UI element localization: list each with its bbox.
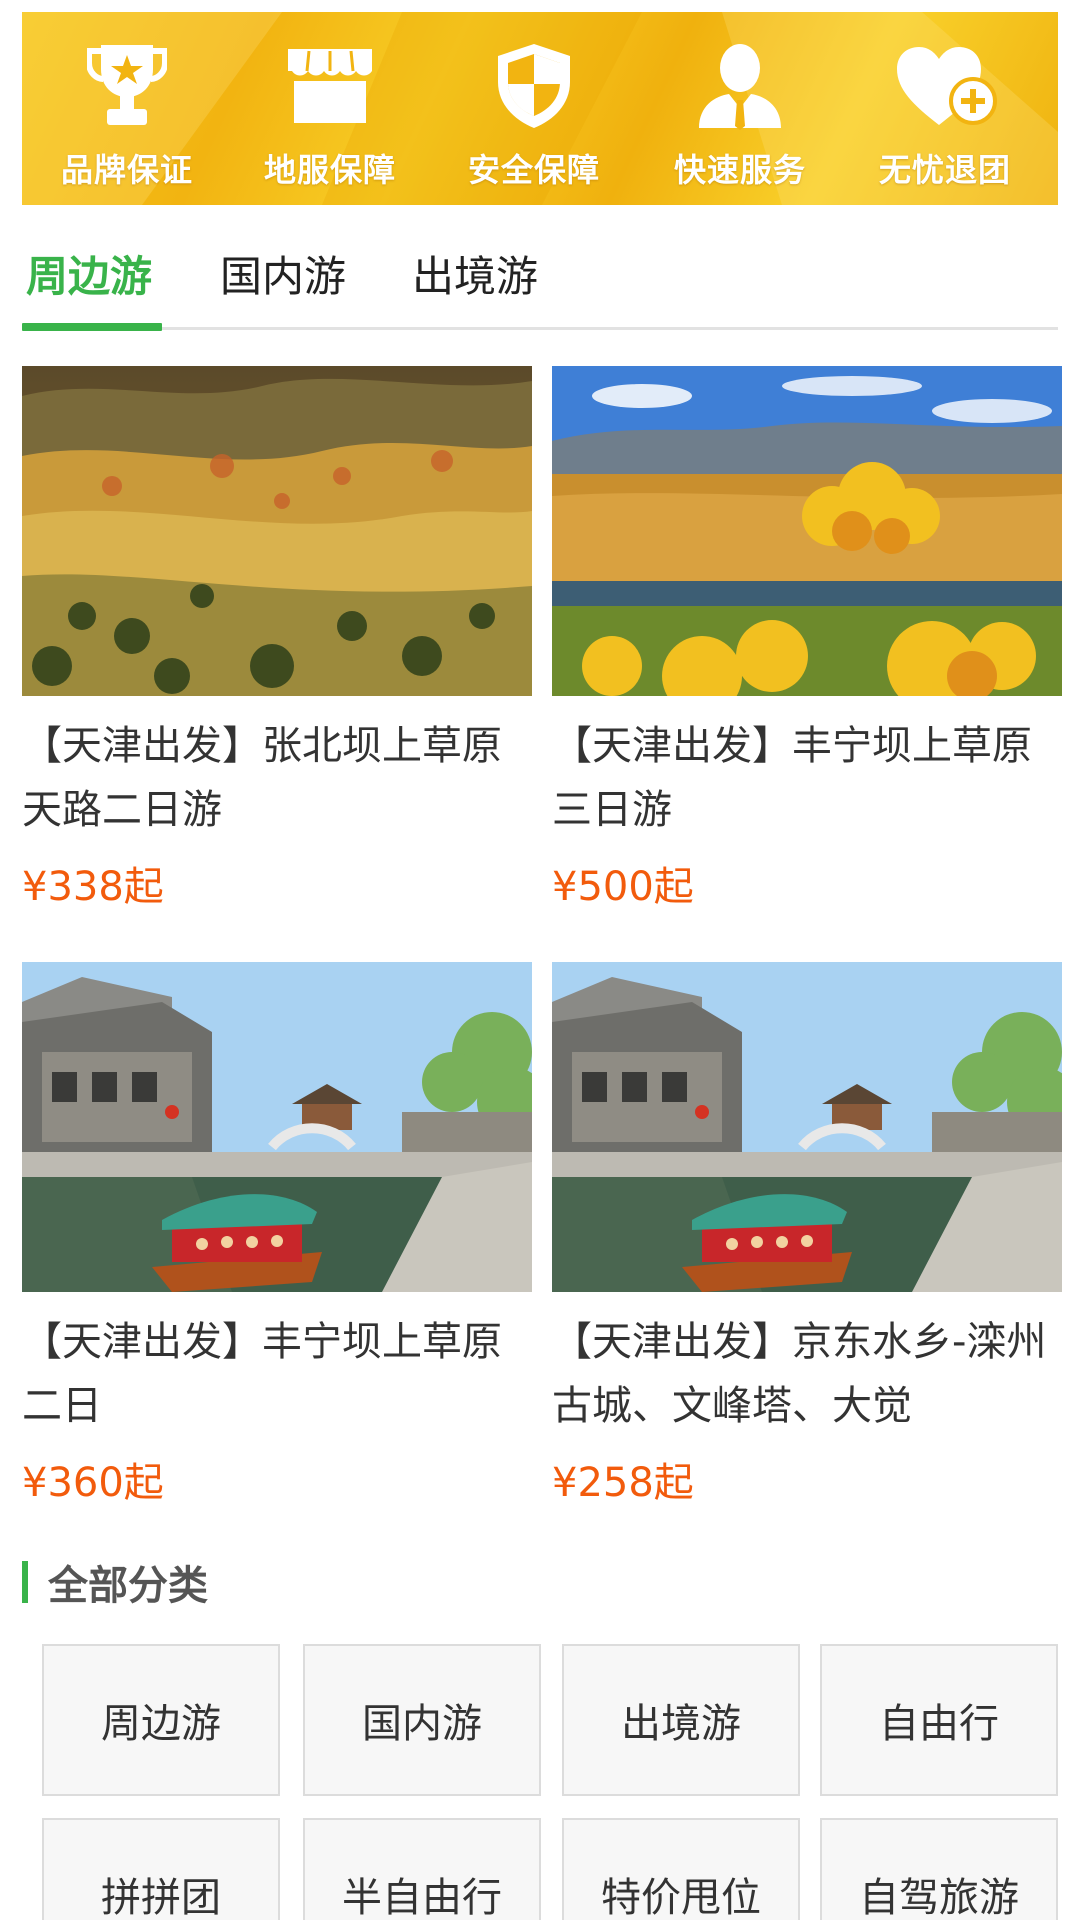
tab-active-indicator (22, 323, 162, 331)
category-outbound[interactable]: 出境游 (562, 1644, 800, 1796)
product-image[interactable] (552, 962, 1062, 1292)
tab-domestic[interactable]: 国内游 (220, 243, 346, 304)
product-image[interactable] (22, 962, 532, 1292)
heart-plus-icon (890, 38, 1000, 133)
category-group-buy[interactable]: 拼拼团 (42, 1818, 280, 1920)
category-last-minute-deals[interactable]: 特价甩位 (562, 1818, 800, 1920)
product-price: ¥360起 (22, 1460, 164, 1506)
product-price: ¥258起 (552, 1460, 694, 1506)
product-title[interactable]: 【天津出发】丰宁坝上草原三日游 (552, 714, 1062, 842)
product-card[interactable]: 【天津出发】丰宁坝上草原二日 ¥360起 (22, 962, 532, 1542)
categories-heading: 全部分类 (22, 1560, 208, 1609)
tab-divider (22, 327, 1058, 330)
banner-label: 品牌保证 (60, 151, 193, 189)
category-nearby[interactable]: 周边游 (42, 1644, 280, 1796)
shield-icon (479, 38, 589, 133)
banner-label: 快速服务 (673, 151, 806, 189)
category-semi-independent[interactable]: 半自由行 (303, 1818, 541, 1920)
heading-accent-bar (22, 1561, 28, 1603)
banner-item-safety[interactable]: 安全保障 (434, 12, 634, 205)
banner-item-ground-service[interactable]: 地服保障 (230, 12, 430, 205)
product-card[interactable]: 【天津出发】张北坝上草原天路二日游 ¥338起 (22, 366, 532, 946)
banner-item-worry-free-refund[interactable]: 无忧退团 (845, 12, 1045, 205)
agent-icon (685, 38, 795, 133)
banner-item-brand[interactable]: 品牌保证 (27, 12, 227, 205)
guarantee-banner: 品牌保证 地服保障 安全保障 快速服务 无忧退团 (22, 12, 1058, 205)
tab-nearby[interactable]: 周边游 (26, 243, 152, 304)
banner-label: 地服保障 (263, 151, 396, 189)
category-domestic[interactable]: 国内游 (303, 1644, 541, 1796)
banner-label: 安全保障 (467, 151, 600, 189)
category-self-drive[interactable]: 自驾旅游 (820, 1818, 1058, 1920)
storefront-icon (275, 38, 385, 133)
product-price: ¥500起 (552, 864, 694, 910)
product-title[interactable]: 【天津出发】京东水乡-滦州古城、文峰塔、大觉 (552, 1310, 1062, 1438)
product-title[interactable]: 【天津出发】张北坝上草原天路二日游 (22, 714, 532, 842)
tour-tabs: 周边游 国内游 出境游 (22, 205, 1058, 331)
tab-outbound[interactable]: 出境游 (412, 243, 538, 304)
product-title[interactable]: 【天津出发】丰宁坝上草原二日 (22, 1310, 532, 1438)
product-image[interactable] (22, 366, 532, 696)
product-card[interactable]: 【天津出发】京东水乡-滦州古城、文峰塔、大觉 ¥258起 (552, 962, 1062, 1542)
banner-item-fast-service[interactable]: 快速服务 (640, 12, 840, 205)
category-independent[interactable]: 自由行 (820, 1644, 1058, 1796)
categories-title: 全部分类 (48, 1563, 208, 1609)
banner-label: 无忧退团 (878, 151, 1011, 189)
product-image[interactable] (552, 366, 1062, 696)
trophy-icon (72, 38, 182, 133)
product-price: ¥338起 (22, 864, 164, 910)
product-card[interactable]: 【天津出发】丰宁坝上草原三日游 ¥500起 (552, 366, 1062, 946)
